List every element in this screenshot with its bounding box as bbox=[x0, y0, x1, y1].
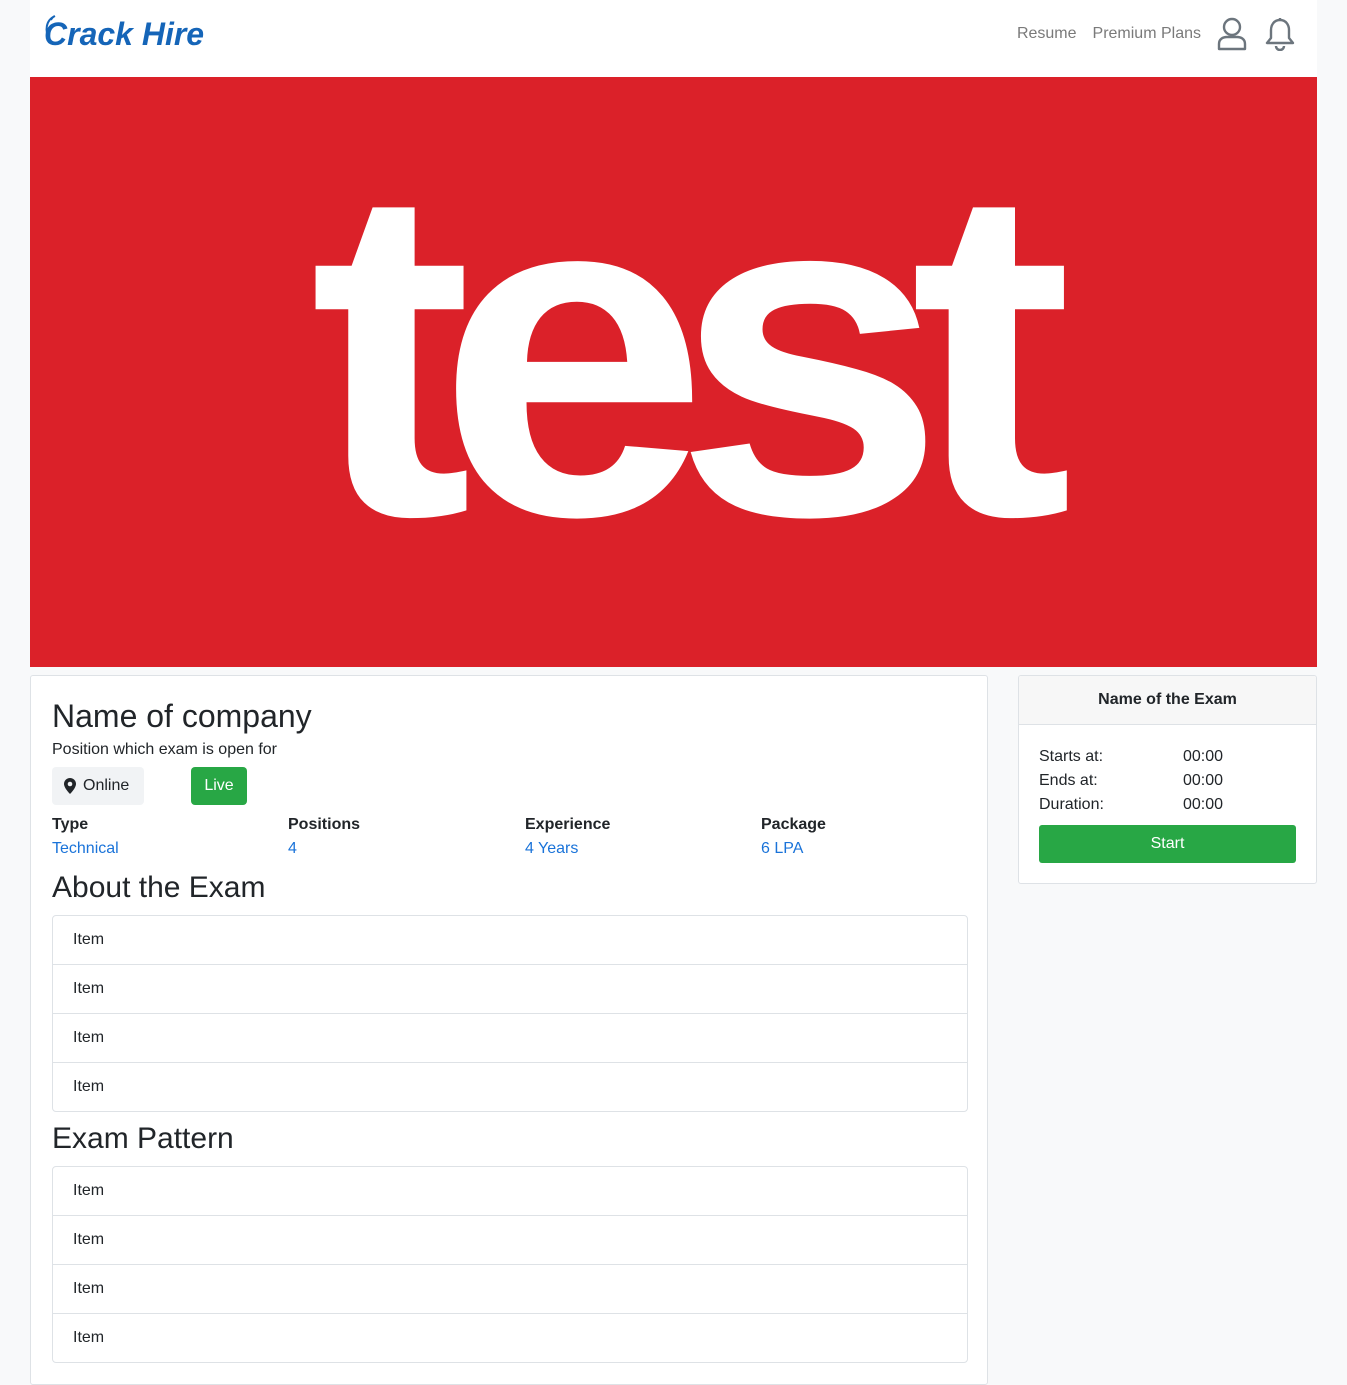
duration-row: Duration: 00:00 bbox=[1039, 793, 1299, 817]
exam-meta-row: Type Technical Positions 4 Experience 4 … bbox=[52, 815, 998, 859]
ends-at-value: 00:00 bbox=[1183, 772, 1224, 789]
exam-schedule-card: Name of the Exam Starts at: 00:00 Ends a… bbox=[1018, 675, 1317, 884]
list-item: Item bbox=[53, 1062, 967, 1111]
meta-positions-label: Positions bbox=[288, 816, 361, 833]
location-badge: Online bbox=[52, 767, 144, 805]
ends-at-label: Ends at: bbox=[1039, 772, 1098, 789]
meta-experience: Experience 4 Years bbox=[525, 815, 755, 859]
list-item: Item bbox=[73, 931, 105, 948]
meta-experience-label: Experience bbox=[525, 816, 611, 833]
nav-links: Resume Premium Plans bbox=[1001, 14, 1297, 54]
meta-type-value[interactable]: Technical bbox=[52, 839, 282, 859]
location-pin-icon bbox=[64, 778, 76, 794]
meta-package-value[interactable]: 6 LPA bbox=[761, 839, 991, 859]
meta-type-label: Type bbox=[52, 816, 89, 833]
meta-experience-value[interactable]: 4 Years bbox=[525, 839, 755, 859]
about-exam-list: Item Item Item Item bbox=[52, 915, 968, 1112]
position-text: Position which exam is open for bbox=[52, 741, 277, 758]
brand-name: Crack Hire bbox=[44, 16, 205, 52]
location-label: Online bbox=[83, 777, 130, 794]
meta-package-label: Package bbox=[761, 816, 826, 833]
ends-at-row: Ends at: 00:00 bbox=[1039, 769, 1299, 793]
exam-details-card: Name of company Position which exam is o… bbox=[30, 675, 988, 1385]
user-icon[interactable] bbox=[1215, 16, 1249, 52]
exam-name-header: Name of the Exam bbox=[1019, 676, 1316, 725]
exam-pattern-heading: Exam Pattern bbox=[52, 1122, 234, 1155]
list-item: Item bbox=[53, 964, 967, 1013]
duration-label: Duration: bbox=[1039, 796, 1104, 813]
list-item: Item bbox=[53, 1264, 967, 1313]
brand-swoosh-icon bbox=[45, 15, 56, 43]
list-item: Item bbox=[73, 1182, 105, 1199]
exam-pattern-list: Item Item Item Item bbox=[52, 1166, 968, 1363]
meta-positions: Positions 4 bbox=[288, 815, 518, 859]
list-item: Item bbox=[53, 1215, 967, 1264]
starts-at-label: Starts at: bbox=[1039, 748, 1104, 765]
banner-text: test bbox=[309, 89, 1073, 614]
starts-at-value: 00:00 bbox=[1183, 748, 1224, 765]
meta-package: Package 6 LPA bbox=[761, 815, 991, 859]
list-item: Item bbox=[53, 1313, 967, 1362]
exam-banner-image: test bbox=[30, 77, 1317, 667]
page-container: Crack Hire Resume Premium Plans test Nam… bbox=[30, 0, 1317, 1385]
nav-link-resume[interactable]: Resume bbox=[1017, 25, 1077, 43]
bell-icon[interactable] bbox=[1263, 16, 1297, 52]
list-item: Item bbox=[53, 1013, 967, 1062]
top-navbar: Crack Hire Resume Premium Plans bbox=[30, 0, 1317, 77]
starts-at-row: Starts at: 00:00 bbox=[1039, 745, 1299, 769]
nav-link-premium-plans[interactable]: Premium Plans bbox=[1093, 25, 1201, 43]
brand-logo[interactable]: Crack Hire bbox=[44, 12, 204, 56]
start-exam-button[interactable]: Start bbox=[1039, 825, 1296, 863]
status-badge: Live bbox=[191, 767, 247, 805]
meta-positions-value[interactable]: 4 bbox=[288, 839, 518, 859]
duration-value: 00:00 bbox=[1183, 796, 1224, 813]
company-name: Name of company bbox=[52, 698, 312, 734]
about-exam-heading: About the Exam bbox=[52, 871, 266, 904]
meta-type: Type Technical bbox=[52, 815, 282, 859]
